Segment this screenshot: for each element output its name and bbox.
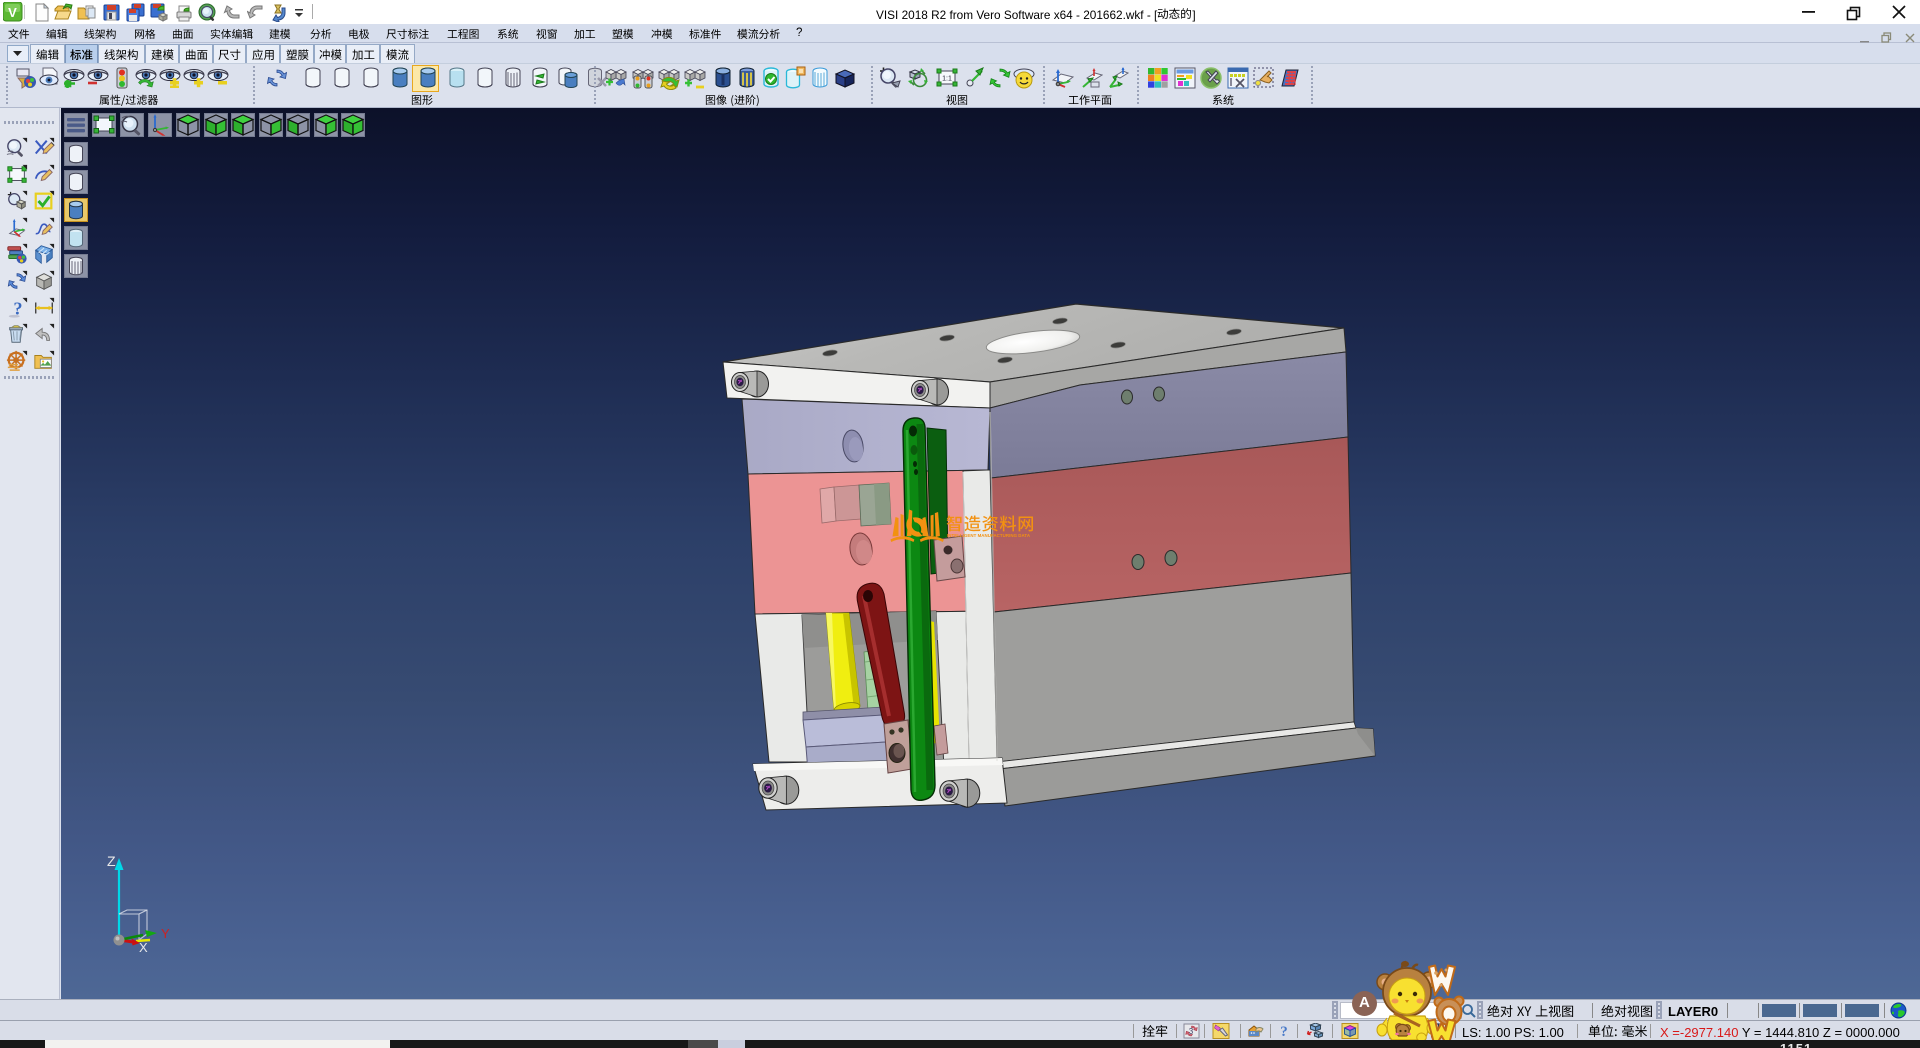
svg-text:3: 3 <box>1189 1027 1194 1036</box>
svg-text:Z: Z <box>107 853 116 869</box>
svg-text:?: ? <box>1280 1024 1288 1039</box>
svg-text:Y: Y <box>161 926 170 941</box>
svg-text:V: V <box>8 5 17 20</box>
svg-text:X: X <box>139 940 148 955</box>
svg-text:1:1: 1:1 <box>942 76 952 83</box>
